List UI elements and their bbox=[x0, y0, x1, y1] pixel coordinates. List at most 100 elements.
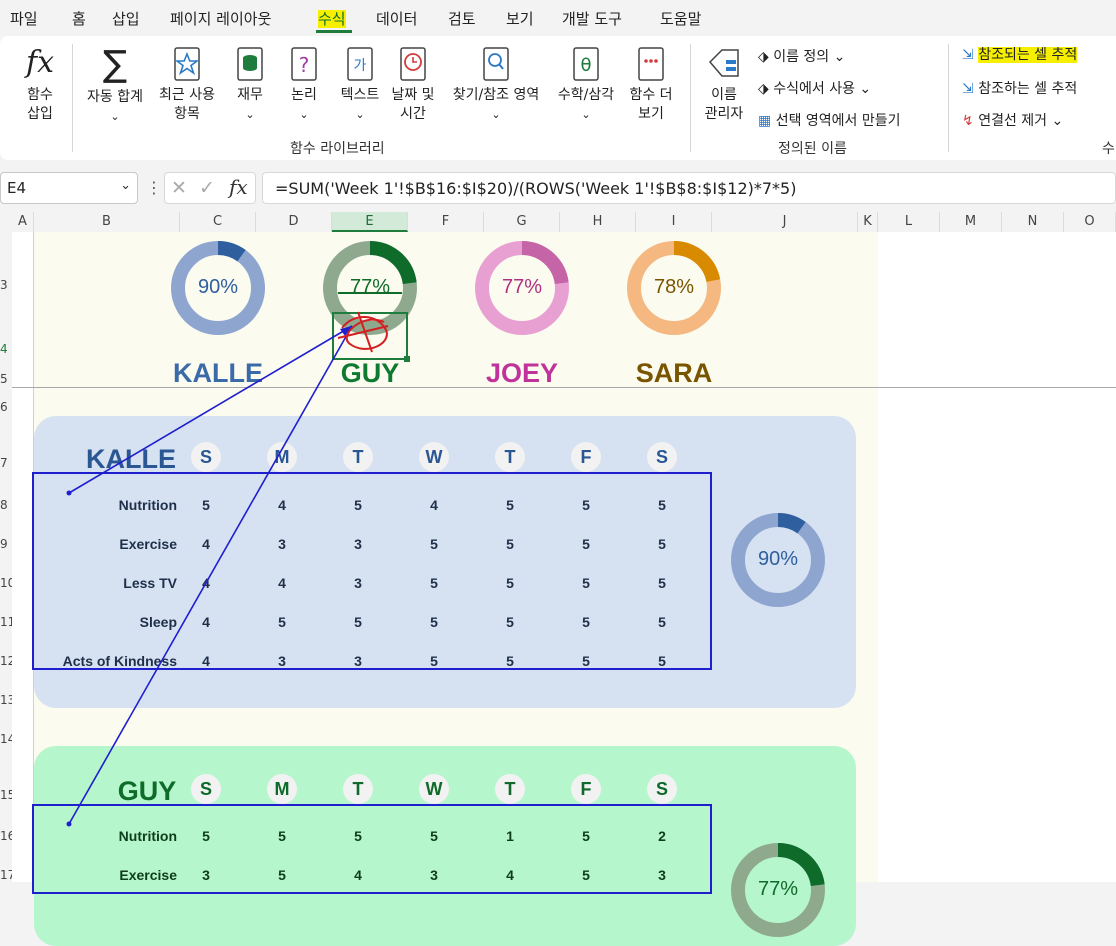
row-header-7[interactable]: 7 bbox=[0, 456, 12, 470]
menu-file[interactable]: 파일 bbox=[10, 8, 38, 29]
row-header-8[interactable]: 8 bbox=[0, 498, 12, 512]
search-book-icon bbox=[483, 47, 509, 81]
menu-view[interactable]: 보기 bbox=[506, 8, 534, 29]
formula-input[interactable]: =SUM('Week 1'!$B$16:$I$20)/(ROWS('Week 1… bbox=[262, 172, 1116, 204]
row-header-9[interactable]: 9 bbox=[0, 537, 12, 551]
define-name-label: 이름 정의 bbox=[773, 49, 830, 65]
remove-arrows-icon: ↯ bbox=[962, 113, 979, 129]
logical-book-icon: ? bbox=[291, 47, 317, 81]
chevron-down-icon: ⌄ bbox=[491, 108, 501, 121]
column-header-g[interactable]: G bbox=[484, 212, 560, 232]
formula-text: =SUM('Week 1'!$B$16:$I$20)/(ROWS('Week 1… bbox=[275, 179, 797, 198]
datetime-label-2: 시간 bbox=[400, 106, 426, 122]
use-in-formula-button[interactable]: ⬗ 수식에서 사용 ⌄ bbox=[758, 78, 871, 98]
name-manager-icon bbox=[708, 49, 739, 77]
financial-book-icon bbox=[237, 47, 263, 81]
logical-button[interactable]: ? 논리 ⌄ bbox=[284, 46, 324, 124]
name-manager-button[interactable]: 이름 관리자 bbox=[700, 46, 748, 124]
math-trig-button[interactable]: θ 수학/삼각 ⌄ bbox=[552, 46, 620, 124]
lookup-reference-button[interactable]: 찾기/참조 영역 ⌄ bbox=[444, 46, 548, 124]
column-header-o[interactable]: O bbox=[1064, 212, 1116, 232]
row-header-6[interactable]: 6 bbox=[0, 400, 12, 414]
column-header-b[interactable]: B bbox=[34, 212, 180, 232]
chevron-down-icon: ⌄ bbox=[120, 178, 131, 193]
enter-icon[interactable]: ✓ bbox=[199, 177, 215, 199]
row-header-17[interactable]: 17 bbox=[0, 868, 15, 882]
text-book-icon: 가 bbox=[347, 47, 373, 81]
trace-precedents-button[interactable]: ⇲ 참조되는 셀 추적 bbox=[962, 44, 1078, 64]
create-from-selection-label: 선택 영역에서 만들기 bbox=[775, 113, 901, 129]
column-header-e[interactable]: E bbox=[332, 212, 408, 232]
more-options-icon[interactable]: ⋮ bbox=[146, 178, 162, 197]
chevron-down-icon: ⌄ bbox=[245, 108, 255, 121]
ribbon: fx 함수 삽입 ∑ 자동 합계 ⌄ 최근 사용 항목 재무 ⌄ ? 논리 ⌄ … bbox=[0, 36, 1116, 160]
svg-text:가: 가 bbox=[354, 58, 367, 74]
tag-icon: ⬗ bbox=[758, 49, 774, 65]
datetime-button[interactable]: 날짜 및 시간 bbox=[386, 46, 440, 124]
row-header-14[interactable]: 14 bbox=[0, 732, 15, 746]
math-trig-label: 수학/삼각 bbox=[557, 87, 615, 103]
column-headers: A B C D E F G H I J K L M N O bbox=[0, 212, 1116, 233]
row-header-5[interactable]: 5 bbox=[0, 372, 12, 386]
row-header-12[interactable]: 12 bbox=[0, 654, 15, 668]
worksheet-grid[interactable]: 90% 77% 77% 78% KALLE GUY JOEY SARA KALL… bbox=[12, 232, 1116, 946]
menu-home[interactable]: 홈 bbox=[72, 8, 86, 29]
autosum-button[interactable]: ∑ 자동 합계 ⌄ bbox=[80, 46, 150, 126]
autosum-label: 자동 합계 bbox=[87, 89, 143, 105]
text-button[interactable]: 가 텍스트 ⌄ bbox=[336, 46, 384, 124]
trace-arrow-kalle bbox=[68, 325, 353, 494]
row-header-10[interactable]: 10 bbox=[0, 576, 15, 590]
column-header-d[interactable]: D bbox=[256, 212, 332, 232]
insert-function-button[interactable]: fx 함수 삽입 bbox=[18, 46, 62, 124]
remove-arrows-button[interactable]: ↯ 연결선 제거 ⌄ bbox=[962, 110, 1063, 130]
menu-formulas-label: 수식 bbox=[318, 10, 346, 28]
column-header-m[interactable]: M bbox=[940, 212, 1002, 232]
chevron-down-icon: ⌄ bbox=[110, 110, 120, 123]
column-header-i[interactable]: I bbox=[636, 212, 712, 232]
text-label: 텍스트 bbox=[340, 87, 380, 103]
menu-review[interactable]: 검토 bbox=[448, 8, 476, 29]
column-header-j[interactable]: J bbox=[712, 212, 858, 232]
menu-help[interactable]: 도움말 bbox=[660, 8, 701, 29]
datetime-label-1: 날짜 및 bbox=[391, 87, 435, 103]
column-header-c[interactable]: C bbox=[180, 212, 256, 232]
column-header-a[interactable]: A bbox=[12, 212, 34, 232]
menu-formulas[interactable]: 수식 bbox=[318, 8, 346, 29]
chevron-down-icon: ⌄ bbox=[1047, 113, 1064, 129]
sigma-icon: ∑ bbox=[102, 44, 128, 85]
menu-bar: 파일 홈 삽입 페이지 레이아웃 수식 데이터 검토 보기 개발 도구 도움말 bbox=[0, 0, 1116, 36]
row-header-13[interactable]: 13 bbox=[0, 693, 15, 707]
more-functions-label-1: 함수 더 bbox=[629, 87, 673, 103]
recently-used-button[interactable]: 최근 사용 항목 bbox=[150, 46, 224, 124]
name-box[interactable]: E4 ⌄ bbox=[0, 172, 138, 204]
trace-dependents-button[interactable]: ⇲ 참조하는 셀 추적 bbox=[962, 78, 1077, 98]
row-header-11[interactable]: 11 bbox=[0, 615, 15, 629]
more-functions-button[interactable]: 함수 더 보기 bbox=[624, 46, 678, 124]
trace-precedents-label: 참조되는 셀 추적 bbox=[978, 47, 1078, 63]
name-box-value: E4 bbox=[7, 179, 27, 197]
ribbon-divider bbox=[948, 44, 949, 152]
row-header-15[interactable]: 15 bbox=[0, 788, 15, 802]
create-from-selection-button[interactable]: ▦ 선택 영역에서 만들기 bbox=[758, 110, 901, 130]
insert-function-icon[interactable]: fx bbox=[229, 175, 248, 199]
cancel-icon[interactable]: ✕ bbox=[171, 177, 187, 199]
menu-data[interactable]: 데이터 bbox=[376, 8, 417, 29]
menu-developer[interactable]: 개발 도구 bbox=[562, 8, 622, 29]
row-header-3[interactable]: 3 bbox=[0, 278, 12, 292]
row-header-4[interactable]: 4 bbox=[0, 342, 12, 356]
column-header-h[interactable]: H bbox=[560, 212, 636, 232]
menu-page-layout[interactable]: 페이지 레이아웃 bbox=[170, 8, 271, 29]
svg-text:θ: θ bbox=[580, 55, 591, 76]
financial-button[interactable]: 재무 ⌄ bbox=[228, 46, 272, 124]
column-header-l[interactable]: L bbox=[878, 212, 940, 232]
chevron-down-icon: ⌄ bbox=[854, 81, 872, 97]
star-book-icon bbox=[174, 47, 200, 81]
row-header-16[interactable]: 16 bbox=[0, 829, 15, 843]
menu-insert[interactable]: 삽입 bbox=[112, 8, 140, 29]
ribbon-divider bbox=[72, 44, 73, 152]
define-name-button[interactable]: ⬗ 이름 정의 ⌄ bbox=[758, 46, 845, 66]
column-header-n[interactable]: N bbox=[1002, 212, 1064, 232]
trace-precedents-icon: ⇲ bbox=[962, 47, 979, 63]
column-header-f[interactable]: F bbox=[408, 212, 484, 232]
column-header-k[interactable]: K bbox=[858, 212, 878, 232]
